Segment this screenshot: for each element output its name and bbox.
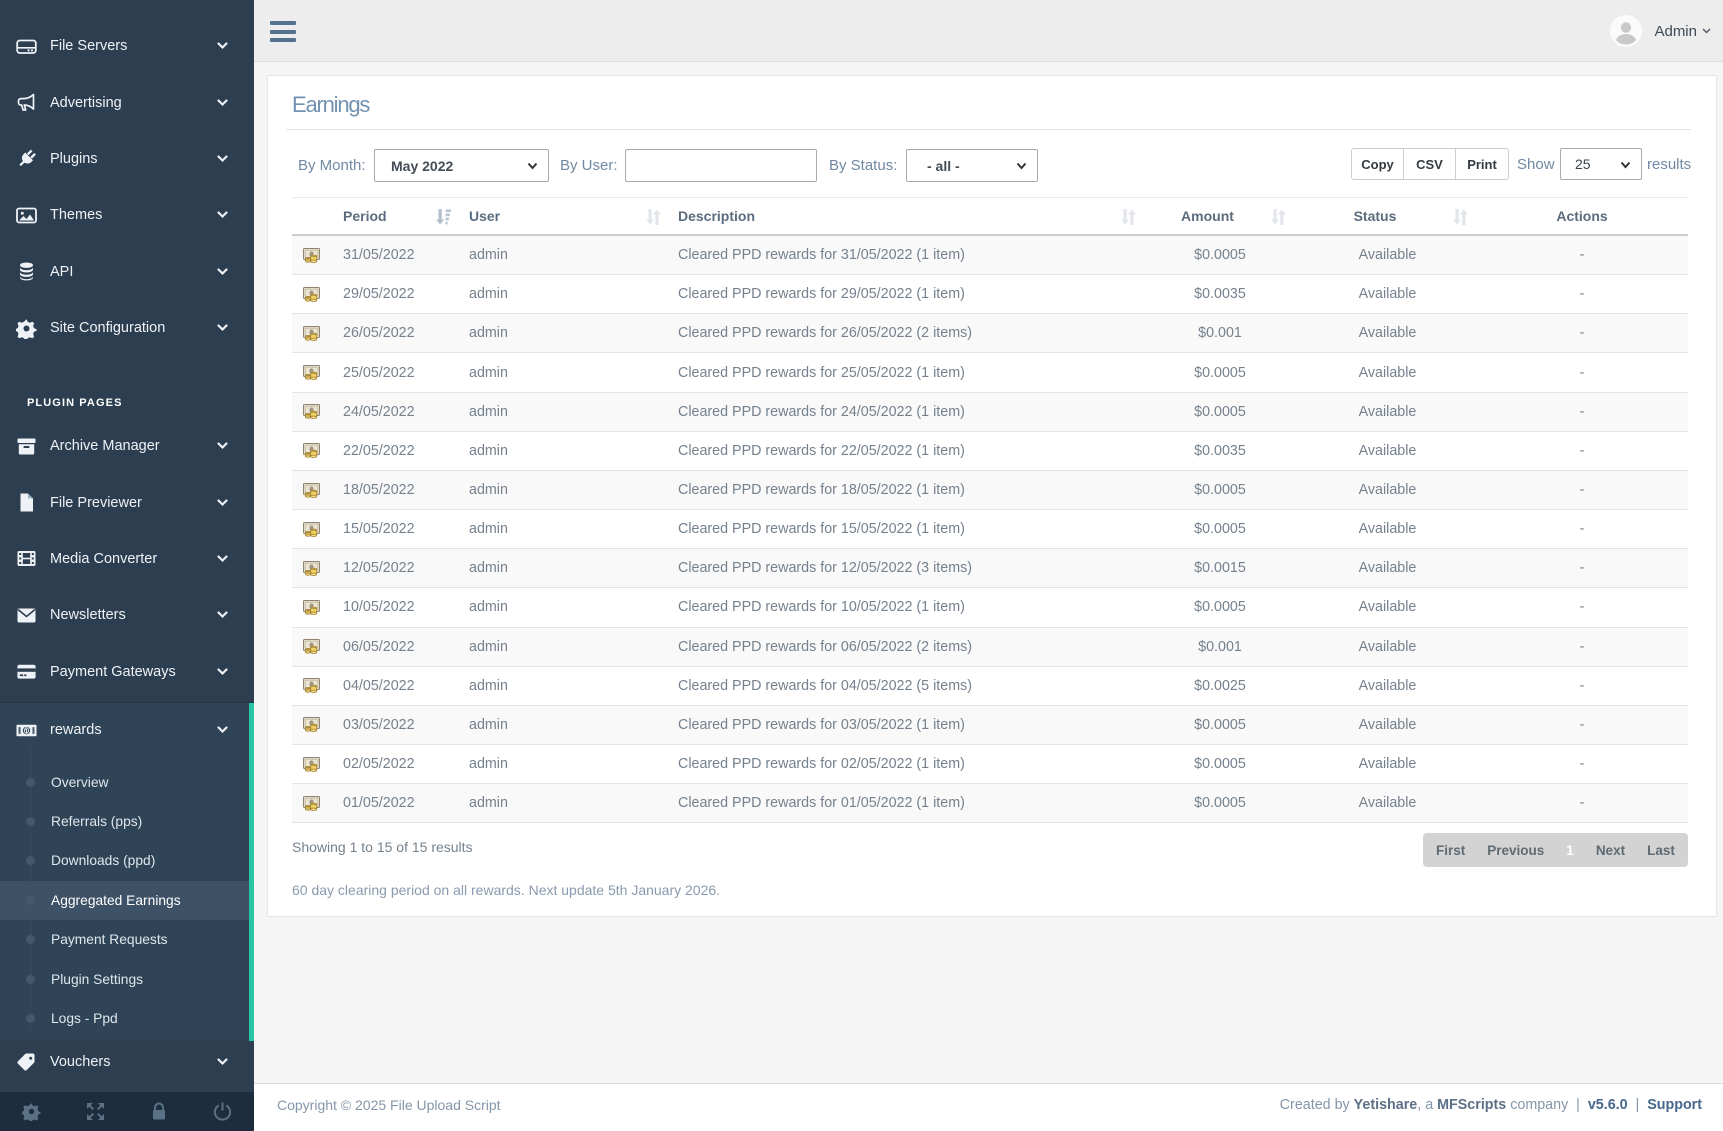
svg-text:1: 1: [25, 727, 29, 734]
